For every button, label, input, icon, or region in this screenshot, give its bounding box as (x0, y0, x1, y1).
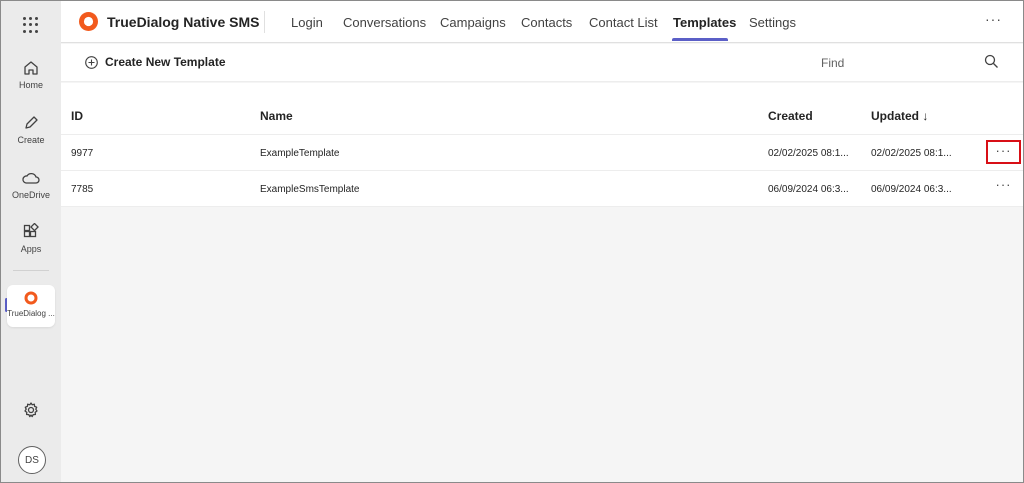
row-more-button[interactable]: ··· (986, 176, 1021, 200)
tab-campaigns[interactable]: Campaigns (440, 15, 506, 30)
rail-item-home[interactable]: Home (1, 59, 61, 90)
rail-item-label: Apps (20, 244, 42, 254)
cloud-icon (22, 172, 40, 184)
rail-divider (13, 270, 49, 271)
rail-item-onedrive[interactable]: OneDrive (1, 169, 61, 200)
column-header-name[interactable]: Name (260, 109, 293, 123)
cell-name: ExampleSmsTemplate (260, 184, 360, 195)
rail-item-label: OneDrive (11, 190, 50, 200)
tab-settings[interactable]: Settings (749, 15, 796, 30)
app-brand: TrueDialog Native SMS (79, 12, 259, 31)
rail-item-label: Create (17, 135, 45, 145)
cell-created: 02/02/2025 08:1... (768, 148, 849, 159)
column-header-created[interactable]: Created (768, 109, 813, 123)
tab-conversations[interactable]: Conversations (343, 15, 426, 30)
add-circle-icon (85, 55, 98, 69)
cell-updated: 02/02/2025 08:1... (871, 148, 952, 159)
tab-contacts[interactable]: Contacts (521, 15, 572, 30)
create-template-button[interactable]: Create New Template (85, 55, 226, 69)
rail-item-apps[interactable]: Apps (1, 223, 61, 254)
cell-id: 7785 (71, 184, 94, 195)
app-launcher-icon[interactable] (23, 17, 39, 33)
truedialog-logo (24, 291, 38, 305)
app-rail: Home Create OneDrive Apps TrueDialog ...… (1, 1, 61, 482)
rail-item-label: TrueDialog ... (7, 309, 55, 318)
header-bar: TrueDialog Native SMS Login Conversation… (61, 1, 1023, 43)
more-options-button[interactable]: ··· (985, 11, 1002, 27)
templates-table: ID Name Created Updated ↓ 9977 ExampleTe… (61, 83, 1023, 207)
cell-id: 9977 (71, 148, 94, 159)
row-more-button[interactable]: ··· (986, 140, 1021, 164)
column-header-updated[interactable]: Updated ↓ (871, 109, 928, 123)
gear-icon (24, 402, 38, 418)
pen-icon (25, 116, 38, 129)
home-icon (24, 61, 38, 75)
cell-updated: 06/09/2024 06:3... (871, 184, 952, 195)
avatar-initials: DS (25, 454, 39, 466)
active-tab-underline (672, 38, 728, 41)
table-row[interactable]: 7785 ExampleSmsTemplate 06/09/2024 06:3.… (61, 171, 1023, 207)
apps-icon (23, 223, 39, 238)
rail-item-label: Home (18, 80, 43, 90)
app-window: Home Create OneDrive Apps TrueDialog ...… (0, 0, 1024, 483)
column-header-id[interactable]: ID (71, 109, 83, 123)
command-bar: Create New Template (61, 44, 1023, 82)
create-template-label: Create New Template (105, 55, 226, 69)
rail-item-truedialog[interactable]: TrueDialog ... (7, 285, 55, 327)
truedialog-logo (79, 12, 98, 31)
tab-contact-list[interactable]: Contact List (589, 15, 658, 30)
cell-name: ExampleTemplate (260, 148, 340, 159)
search-icon[interactable] (984, 54, 999, 69)
avatar[interactable]: DS (18, 446, 46, 474)
cell-created: 06/09/2024 06:3... (768, 184, 849, 195)
table-row[interactable]: 9977 ExampleTemplate 02/02/2025 08:1... … (61, 135, 1023, 171)
find-input[interactable] (821, 53, 971, 73)
tab-login[interactable]: Login (291, 15, 323, 30)
table-header: ID Name Created Updated ↓ (61, 83, 1023, 135)
tab-templates[interactable]: Templates (673, 15, 736, 30)
app-title: TrueDialog Native SMS (107, 13, 260, 30)
header-divider (264, 11, 265, 33)
rail-item-create[interactable]: Create (1, 114, 61, 145)
settings-button[interactable] (1, 401, 61, 419)
